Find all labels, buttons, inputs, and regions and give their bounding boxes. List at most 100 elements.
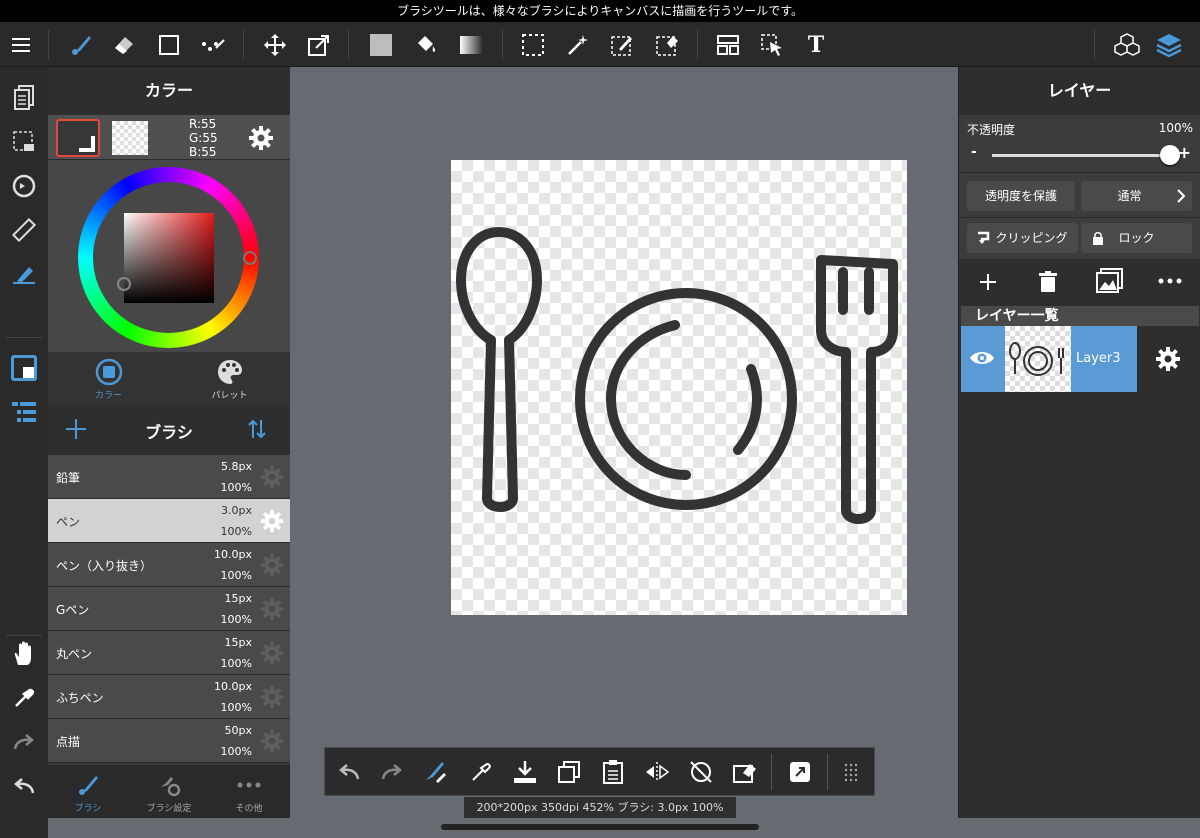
blend-mode-button[interactable]: 通常 <box>1081 181 1192 211</box>
brush-item[interactable]: Gペン 15px 100% <box>48 587 290 631</box>
select-pen-icon[interactable] <box>605 28 639 62</box>
brush-gear-icon[interactable] <box>260 641 284 665</box>
color-wheel-area[interactable] <box>48 160 290 352</box>
line-dots-icon[interactable] <box>196 28 230 62</box>
undo-bottom-icon[interactable] <box>333 756 365 788</box>
redo-icon[interactable] <box>7 725 41 759</box>
hand-icon[interactable] <box>7 637 41 671</box>
layer-row[interactable]: Layer3 <box>961 326 1199 392</box>
select-arrow-icon[interactable] <box>755 28 789 62</box>
transform-icon[interactable] <box>302 28 336 62</box>
select-eraser-icon[interactable] <box>650 28 684 62</box>
color-swatch-row: R:55 G:55 B:55 <box>48 115 290 160</box>
foreground-color-swatch[interactable] <box>56 119 100 157</box>
brush-item[interactable]: ふちペン 10.0px 100% <box>48 675 290 719</box>
brush-gear-icon[interactable] <box>260 465 284 489</box>
top-toolbar: T <box>0 22 1200 67</box>
brush-gear-icon[interactable] <box>260 729 284 753</box>
brush-size: 15px <box>224 636 253 649</box>
opacity-plus-button[interactable]: + <box>1178 143 1191 162</box>
drawing-canvas[interactable] <box>451 160 907 615</box>
brush-item[interactable]: 鉛筆 5.8px 100% <box>48 455 290 499</box>
move-icon[interactable] <box>258 28 292 62</box>
brush-gear-icon[interactable] <box>260 597 284 621</box>
brush-item[interactable]: 丸ペン 15px 100% <box>48 631 290 675</box>
clipping-icon <box>978 231 990 244</box>
rotate-view-icon[interactable] <box>7 169 41 203</box>
color-swatch-icon[interactable] <box>7 351 41 385</box>
bucket-icon[interactable] <box>409 28 443 62</box>
fill-rect-icon[interactable] <box>364 28 398 62</box>
opacity-minus-button[interactable]: - <box>971 144 977 160</box>
tab-brush[interactable]: ブラシ <box>48 765 128 818</box>
rectangle-icon[interactable] <box>152 28 186 62</box>
eraser-icon[interactable] <box>107 28 141 62</box>
lock-label: ロック <box>1118 231 1155 245</box>
brush-icon[interactable] <box>64 28 98 62</box>
sv-cursor[interactable] <box>117 277 131 291</box>
tab-brush-settings[interactable]: ブラシ設定 <box>129 765 209 818</box>
more-options-icon[interactable] <box>1157 271 1183 291</box>
flip-icon[interactable] <box>641 756 673 788</box>
text-icon[interactable]: T <box>799 28 833 62</box>
undo-icon[interactable] <box>7 769 41 803</box>
layer-list-icon[interactable] <box>7 395 41 429</box>
snap-pen-icon[interactable] <box>7 257 41 291</box>
layer-list-title: レイヤー一覧 <box>961 306 1199 326</box>
brush-opacity: 100% <box>220 525 252 538</box>
share-icon[interactable] <box>784 756 816 788</box>
select-rect-icon[interactable] <box>516 28 550 62</box>
save-download-icon[interactable] <box>509 756 541 788</box>
brush-list: 鉛筆 5.8px 100% ペン 3.0px 100% ペン（入り抜き） 10.0px 100%… <box>48 455 290 763</box>
grip-handle-icon[interactable] <box>835 756 867 788</box>
brush-gear-icon[interactable] <box>260 553 284 577</box>
brush-opacity: 100% <box>220 701 252 714</box>
add-layer-icon[interactable] <box>977 271 999 293</box>
brush-gear-icon[interactable] <box>260 685 284 709</box>
brush-gear-icon[interactable] <box>260 509 284 533</box>
eye-visibility-icon[interactable] <box>969 348 995 368</box>
pages-icon[interactable] <box>7 81 41 115</box>
brush-item[interactable]: 点描 50px 100% <box>48 719 290 763</box>
materials-icon[interactable] <box>1110 28 1144 62</box>
gradient-icon[interactable] <box>454 28 488 62</box>
brush-item[interactable]: ペン 3.0px 100% <box>48 499 290 543</box>
copy-icon[interactable] <box>553 756 585 788</box>
ruler-icon[interactable] <box>7 213 41 247</box>
eyedropper-icon[interactable] <box>7 681 41 715</box>
menu-icon[interactable] <box>5 28 39 62</box>
paste-icon[interactable] <box>597 756 629 788</box>
hue-cursor[interactable] <box>243 251 257 265</box>
delete-layer-icon[interactable] <box>1037 270 1059 294</box>
layers-icon[interactable] <box>1152 28 1186 62</box>
protect-alpha-button[interactable]: 透明度を保護 <box>967 181 1075 211</box>
brush-opacity: 100% <box>220 745 252 758</box>
layer-settings-gear-icon[interactable] <box>1137 326 1199 392</box>
stabilizer-brush-icon[interactable] <box>419 756 451 788</box>
sort-brush-icon[interactable] <box>246 418 268 440</box>
redo-bottom-icon[interactable] <box>376 756 408 788</box>
eyedropper-bottom-icon[interactable] <box>465 756 497 788</box>
selection-layer-icon[interactable] <box>7 125 41 159</box>
tab-other[interactable]: その他 <box>209 765 289 818</box>
tab-palette[interactable]: パレット <box>169 352 290 405</box>
tab-color[interactable]: カラー <box>48 352 169 405</box>
lock-button[interactable]: ロック <box>1081 223 1192 253</box>
brush-item[interactable]: ペン（入り抜き） 10.0px 100% <box>48 543 290 587</box>
frame-icon[interactable] <box>711 28 745 62</box>
magic-wand-icon[interactable] <box>561 28 595 62</box>
color-settings-gear-icon[interactable] <box>248 125 274 151</box>
layer-name: Layer3 <box>1076 351 1121 366</box>
layer-thumbnail[interactable] <box>1005 326 1071 392</box>
opacity-label: 不透明度 <box>967 123 1016 137</box>
tab-brush-settings-label: ブラシ設定 <box>146 804 192 814</box>
layer-image-icon[interactable] <box>1096 268 1124 294</box>
rotate-reset-icon[interactable] <box>685 756 717 788</box>
clear-layer-icon[interactable] <box>729 756 761 788</box>
brush-name: 点描 <box>56 735 81 749</box>
saturation-square[interactable] <box>124 213 214 303</box>
color-tabs: カラー パレット <box>48 352 290 405</box>
opacity-slider[interactable] <box>992 145 1180 165</box>
clipping-button[interactable]: クリッピング <box>967 223 1078 253</box>
background-color-swatch[interactable] <box>112 121 148 155</box>
